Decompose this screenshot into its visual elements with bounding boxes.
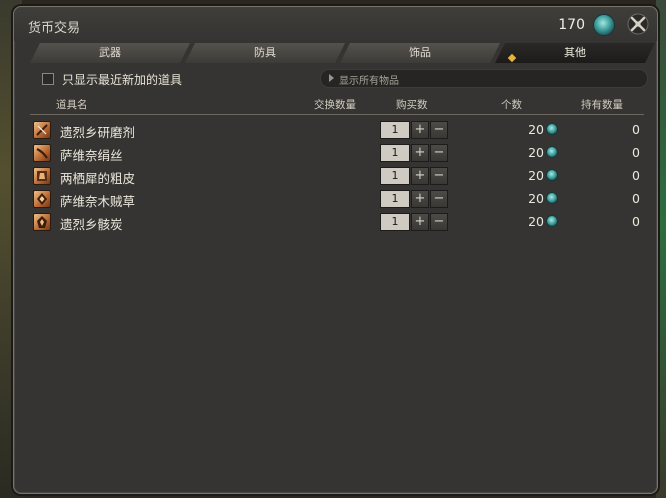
held-count: 0 (632, 191, 640, 206)
horsetail-icon (33, 190, 51, 208)
item-price: 20 (528, 191, 544, 206)
table-row[interactable]: 两栖犀的粗皮 1 + − 20 0 (14, 165, 659, 187)
table-row[interactable]: 萨维奈木贼草 1 + − 20 0 (14, 188, 659, 210)
rough-hide-icon (33, 167, 51, 185)
header-item-name: 道具名 (56, 99, 88, 111)
quantity-input[interactable]: 1 (380, 144, 410, 162)
increase-button[interactable]: + (411, 144, 429, 162)
charcoal-icon (33, 213, 51, 231)
active-tab-marker-icon (508, 54, 516, 62)
currency-exchange-window: 货币交易 170 武器 防具 饰品 其他 只显示最近新加的道具 显示所有物品 道… (13, 6, 658, 494)
dropdown-arrow-icon (329, 74, 334, 82)
tab-label: 饰品 (409, 46, 431, 59)
header-buy-qty: 购买数 (396, 99, 428, 111)
header-held: 持有数量 (581, 99, 623, 111)
grinding-agent-icon (33, 121, 51, 139)
decrease-button[interactable]: − (430, 167, 448, 185)
tab-label: 防具 (254, 46, 276, 59)
decrease-button[interactable]: − (430, 190, 448, 208)
tab-accessories[interactable]: 饰品 (340, 43, 500, 63)
header-exchange-qty: 交换数量 (314, 99, 356, 111)
item-name: 萨维奈绢丝 (60, 148, 123, 163)
table-row[interactable]: 遗烈乡骸炭 1 + − 20 0 (14, 211, 659, 233)
gem-currency-icon (546, 169, 558, 181)
item-name: 两栖犀的粗皮 (60, 171, 136, 186)
gem-currency-icon (593, 14, 615, 36)
header-divider (30, 114, 644, 115)
silk-thread-icon (33, 144, 51, 162)
item-name: 萨维奈木贼草 (60, 194, 136, 209)
held-count: 0 (632, 214, 640, 229)
gem-currency-icon (546, 146, 558, 158)
tools-settings-icon[interactable] (627, 13, 649, 35)
item-price: 20 (528, 122, 544, 137)
dropdown-value: 显示所有物品 (339, 76, 399, 87)
increase-button[interactable]: + (411, 190, 429, 208)
window-title: 货币交易 (28, 21, 81, 36)
increase-button[interactable]: + (411, 167, 429, 185)
currency-count: 170 (558, 17, 585, 33)
held-count: 0 (632, 122, 640, 137)
recent-only-label[interactable]: 只显示最近新加的道具 (62, 71, 182, 88)
held-count: 0 (632, 145, 640, 160)
header-count: 个数 (501, 99, 522, 111)
tab-label: 武器 (99, 46, 121, 59)
quantity-input[interactable]: 1 (380, 167, 410, 185)
item-price: 20 (528, 168, 544, 183)
table-row[interactable]: 遗烈乡研磨剂 1 + − 20 0 (14, 119, 659, 141)
item-filter-dropdown[interactable]: 显示所有物品 (320, 69, 648, 88)
item-name: 遗烈乡研磨剂 (60, 125, 136, 140)
column-headers: 道具名 交换数量 购买数 个数 持有数量 (14, 97, 659, 113)
tab-label: 其他 (564, 46, 586, 59)
gem-currency-icon (546, 215, 558, 227)
category-tabs: 武器 防具 饰品 其他 (30, 43, 650, 63)
decrease-button[interactable]: − (430, 144, 448, 162)
tab-weapons[interactable]: 武器 (30, 43, 190, 63)
recent-only-checkbox[interactable] (42, 73, 54, 85)
quantity-input[interactable]: 1 (380, 190, 410, 208)
decrease-button[interactable]: − (430, 121, 448, 139)
item-price: 20 (528, 145, 544, 160)
item-name: 遗烈乡骸炭 (60, 217, 123, 232)
increase-button[interactable]: + (411, 213, 429, 231)
quantity-input[interactable]: 1 (380, 213, 410, 231)
increase-button[interactable]: + (411, 121, 429, 139)
item-price: 20 (528, 214, 544, 229)
table-row[interactable]: 萨维奈绢丝 1 + − 20 0 (14, 142, 659, 164)
quantity-input[interactable]: 1 (380, 121, 410, 139)
held-count: 0 (632, 168, 640, 183)
window-titlebar[interactable]: 货币交易 170 (14, 7, 657, 41)
tab-armor[interactable]: 防具 (185, 43, 345, 63)
tab-other[interactable]: 其他 (495, 43, 655, 63)
gem-currency-icon (546, 192, 558, 204)
decrease-button[interactable]: − (430, 213, 448, 231)
gem-currency-icon (546, 123, 558, 135)
